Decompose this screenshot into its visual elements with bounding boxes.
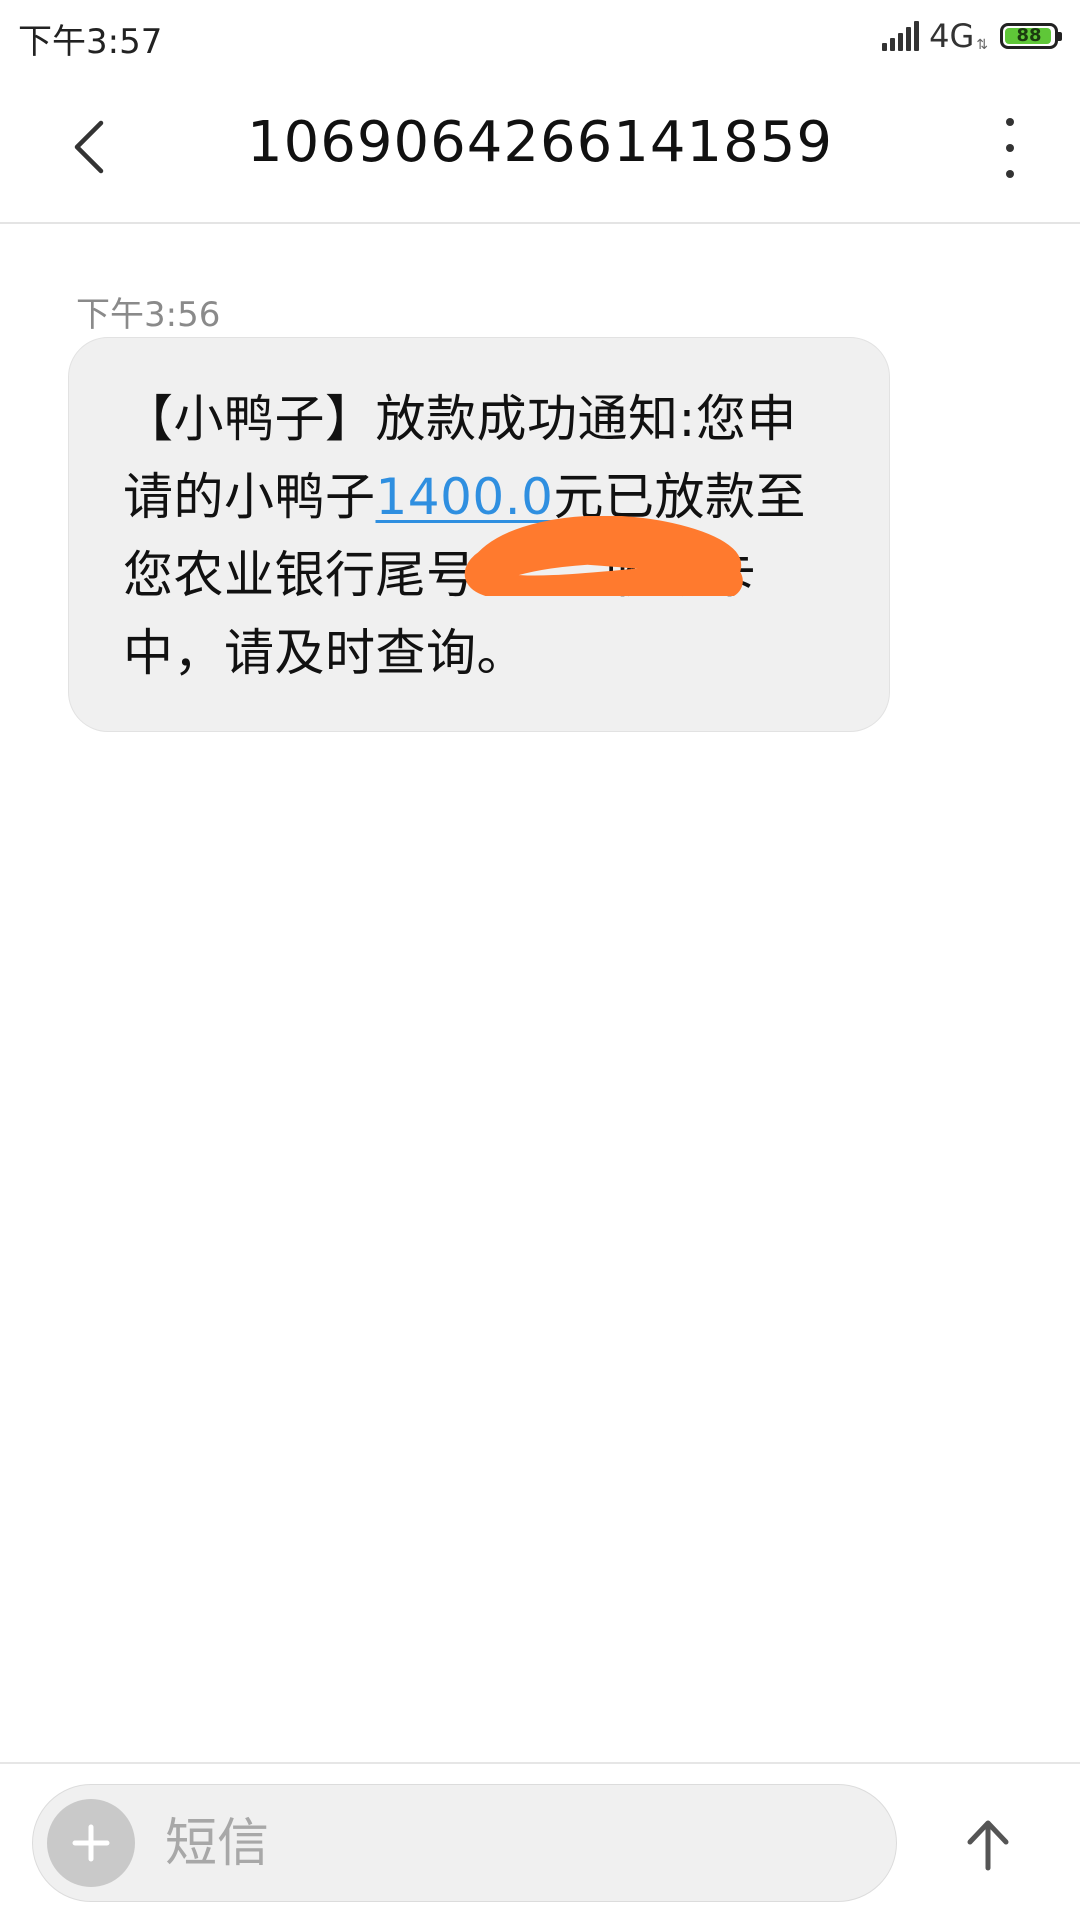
battery-level: 88	[1016, 25, 1042, 46]
more-vertical-icon-dot	[1006, 144, 1014, 152]
plus-icon	[72, 1824, 110, 1862]
status-bar: 下午3:57 4G ⇅ 88	[0, 0, 1080, 72]
send-button[interactable]	[958, 1812, 1018, 1878]
add-attachment-button[interactable]	[47, 1799, 135, 1887]
amount-link[interactable]: 1400.0	[376, 468, 554, 526]
input-placeholder: 短信	[165, 1814, 270, 1874]
message-input[interactable]: 短信	[32, 1784, 897, 1902]
message-bubble[interactable]: 【小鸭子】放款成功通知:您申请的小鸭子1400.0元已放款至您农业银行尾号 收款卡…	[68, 337, 890, 732]
message-timestamp: 下午3:56	[76, 295, 221, 335]
arrow-up-icon	[967, 1820, 1009, 1871]
more-vertical-icon-dot	[1006, 118, 1014, 126]
compose-bar: 短信	[0, 1762, 1080, 1920]
message-text: 【小鸭子】放款成功通知:您申请的小鸭子1400.0元已放款至您农业银行尾号 收款卡…	[123, 380, 843, 692]
contact-title: 1069064266141859	[246, 110, 834, 175]
data-activity-icon: ⇅	[976, 37, 988, 53]
battery-icon: 88	[1000, 23, 1062, 49]
network-type: 4G	[929, 17, 975, 55]
more-vertical-icon-dot	[1006, 170, 1014, 178]
more-options-button[interactable]	[990, 118, 1030, 178]
status-time: 下午3:57	[18, 22, 163, 62]
signal-icon	[879, 21, 920, 51]
battery-cap	[1058, 32, 1062, 41]
status-indicators: 4G ⇅ 88	[879, 14, 1064, 58]
conversation-header: 1069064266141859	[0, 72, 1080, 224]
